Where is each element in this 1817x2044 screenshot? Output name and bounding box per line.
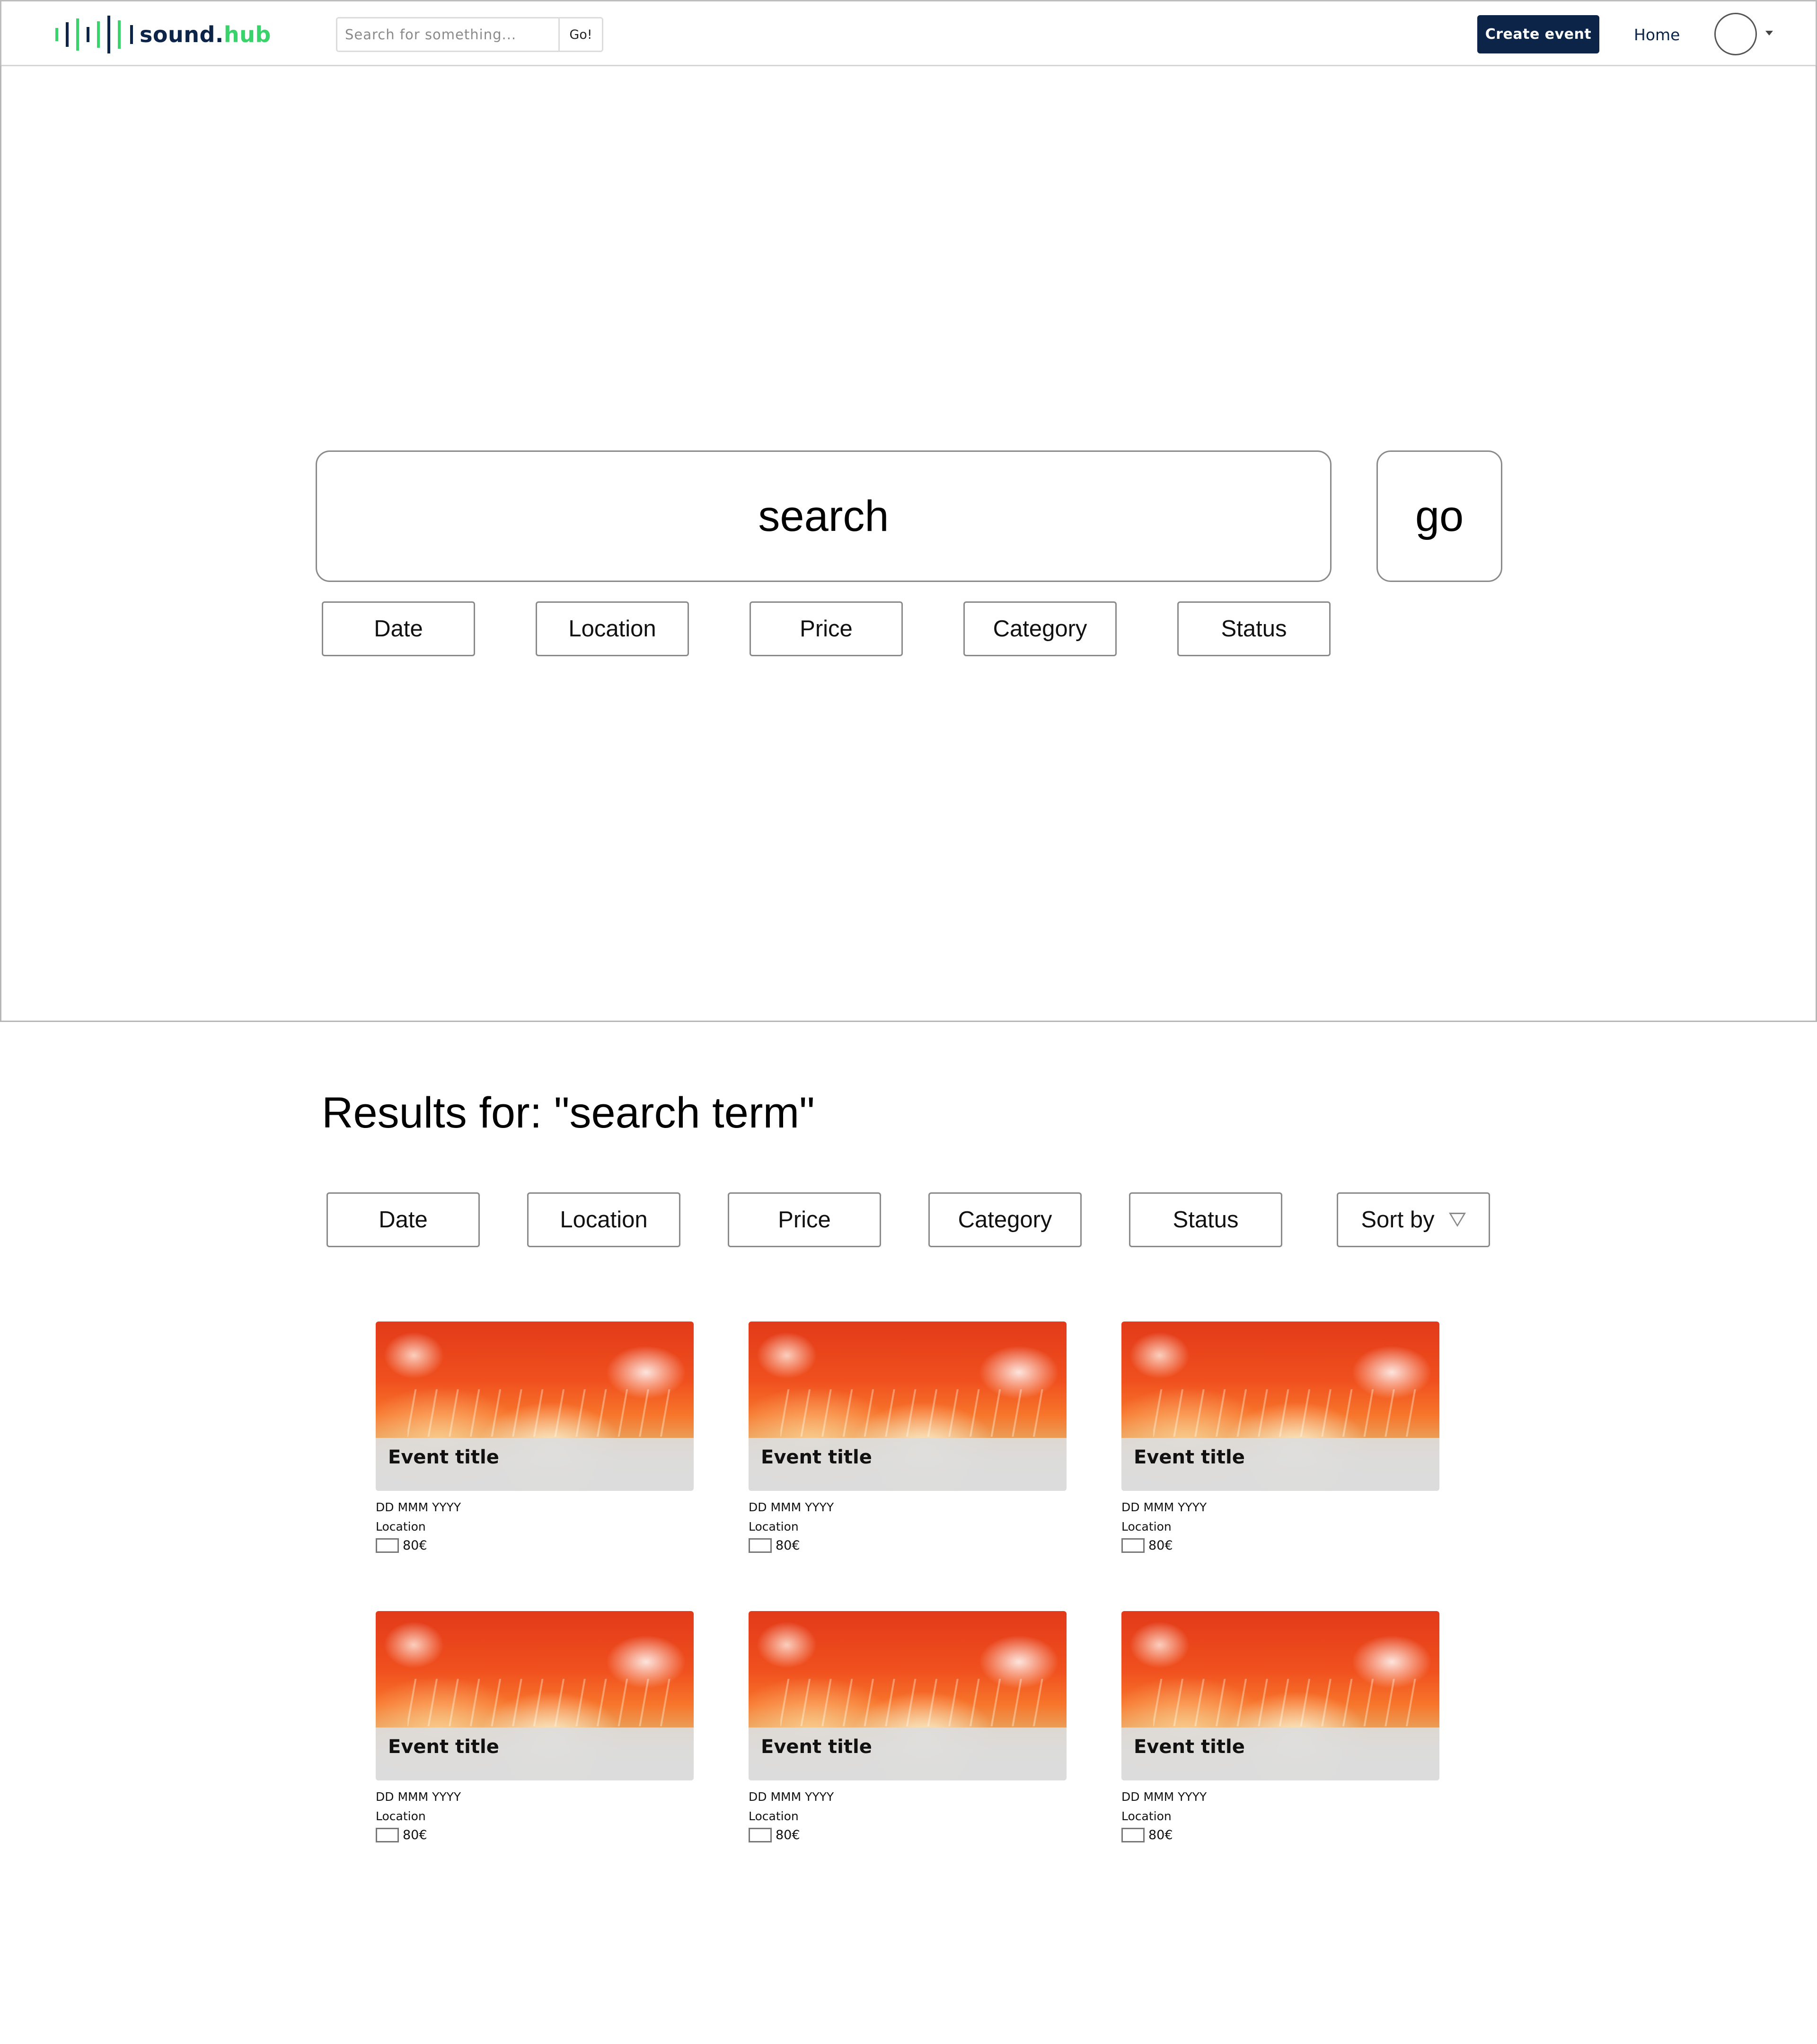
event-title: Event title [1134, 1446, 1245, 1468]
event-image: Event title [749, 1322, 1067, 1491]
nav-search-bar: Go! [336, 17, 603, 52]
brand-name: sound.hub [140, 22, 271, 47]
ticket-checkbox[interactable] [749, 1828, 772, 1842]
soundwave-logo-icon [55, 16, 133, 53]
event-card[interactable]: Event title DD MMM YYYY Location 80€ [376, 1322, 694, 1553]
hero-filter-location[interactable]: Location [536, 601, 689, 656]
event-title: Event title [388, 1736, 499, 1758]
event-image: Event title [1121, 1322, 1439, 1491]
sort-caret-icon [1448, 1213, 1466, 1227]
sort-by-dropdown[interactable]: Sort by [1337, 1192, 1490, 1247]
event-date: DD MMM YYYY [376, 1500, 461, 1514]
event-price: 80€ [1148, 1538, 1173, 1553]
event-title: Event title [1134, 1736, 1245, 1758]
event-date: DD MMM YYYY [376, 1790, 461, 1804]
event-image: Event title [1121, 1611, 1439, 1780]
event-card[interactable]: Event title DD MMM YYYY Location 80€ [749, 1322, 1067, 1553]
event-price: 80€ [1148, 1828, 1173, 1842]
event-location: Location [749, 1520, 799, 1533]
event-title: Event title [761, 1446, 872, 1468]
results-heading: Results for: "search term" [322, 1089, 815, 1137]
event-card[interactable]: Event title DD MMM YYYY Location 80€ [1121, 1611, 1439, 1842]
ticket-checkbox[interactable] [749, 1538, 772, 1553]
event-location: Location [376, 1520, 426, 1533]
event-price: 80€ [776, 1828, 800, 1842]
event-card[interactable]: Event title DD MMM YYYY Location 80€ [1121, 1322, 1439, 1553]
hero-filter-date[interactable]: Date [322, 601, 475, 656]
home-link[interactable]: Home [1634, 20, 1680, 49]
results-filter-status[interactable]: Status [1129, 1192, 1282, 1247]
event-card[interactable]: Event title DD MMM YYYY Location 80€ [376, 1611, 694, 1842]
results-filter-category[interactable]: Category [928, 1192, 1082, 1247]
event-location: Location [1121, 1520, 1172, 1533]
event-date: DD MMM YYYY [749, 1790, 834, 1804]
event-location: Location [376, 1809, 426, 1823]
results-filter-price[interactable]: Price [728, 1192, 881, 1247]
brand-logo[interactable]: sound.hub [54, 12, 271, 57]
avatar-icon[interactable] [1714, 13, 1757, 55]
event-date: DD MMM YYYY [1121, 1790, 1207, 1804]
ticket-checkbox[interactable] [1121, 1828, 1145, 1842]
event-title: Event title [388, 1446, 499, 1468]
results-filter-location[interactable]: Location [527, 1192, 680, 1247]
dropdown-caret-icon[interactable] [1765, 31, 1773, 35]
hero-filter-status[interactable]: Status [1177, 601, 1331, 656]
event-image: Event title [376, 1611, 694, 1780]
ticket-checkbox[interactable] [1121, 1538, 1145, 1553]
event-location: Location [1121, 1809, 1172, 1823]
ticket-checkbox[interactable] [376, 1538, 399, 1553]
nav-search-input[interactable] [337, 18, 558, 51]
ticket-checkbox[interactable] [376, 1828, 399, 1842]
results-filter-date[interactable]: Date [326, 1192, 480, 1247]
event-price: 80€ [403, 1828, 427, 1842]
hero-filter-category[interactable]: Category [963, 601, 1117, 656]
event-price: 80€ [403, 1538, 427, 1553]
sort-by-label: Sort by [1361, 1207, 1435, 1233]
main-search-go-button[interactable]: go [1376, 450, 1502, 582]
event-title: Event title [761, 1736, 872, 1758]
hero-filter-price[interactable]: Price [750, 601, 903, 656]
top-navbar: sound.hub Go! Create event Home [0, 0, 1817, 66]
event-image: Event title [749, 1611, 1067, 1780]
event-price: 80€ [776, 1538, 800, 1553]
nav-search-go-button[interactable]: Go! [558, 18, 602, 51]
event-card[interactable]: Event title DD MMM YYYY Location 80€ [749, 1611, 1067, 1842]
event-date: DD MMM YYYY [749, 1500, 834, 1514]
event-image: Event title [376, 1322, 694, 1491]
event-location: Location [749, 1809, 799, 1823]
create-event-button[interactable]: Create event [1477, 15, 1599, 53]
event-date: DD MMM YYYY [1121, 1500, 1207, 1514]
main-search-input[interactable]: search [316, 450, 1332, 582]
